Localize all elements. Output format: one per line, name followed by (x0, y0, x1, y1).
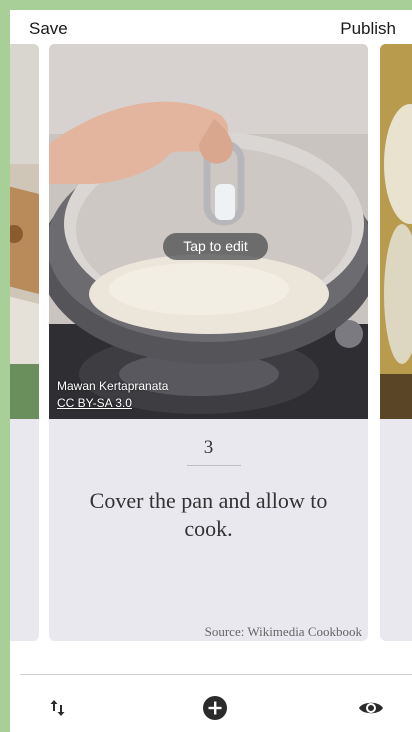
tap-to-edit-button[interactable]: Tap to edit (163, 233, 268, 260)
swap-vertical-icon (50, 700, 65, 716)
top-bar: Save Publish (10, 10, 412, 44)
photo-credit-author: Mawan Kertapranata (57, 379, 169, 393)
next-step-card[interactable] (380, 44, 412, 641)
previous-step-photo (10, 44, 39, 419)
publish-button[interactable]: Publish (340, 19, 396, 39)
source-attribution: Source: Wikimedia Cookbook (204, 624, 362, 639)
preview-button[interactable] (356, 693, 386, 723)
reorder-button[interactable] (43, 693, 73, 723)
eye-icon (359, 702, 383, 714)
step-number: 3 (203, 437, 214, 458)
photo-credit-license[interactable]: CC BY-SA 3.0 (57, 395, 168, 412)
step-number-underline (187, 465, 241, 466)
step-card[interactable]: Tap to edit Mawan Kertapranata CC BY-SA … (49, 44, 368, 641)
photo-credit: Mawan Kertapranata CC BY-SA 3.0 (57, 378, 168, 412)
save-button[interactable]: Save (29, 19, 68, 39)
next-step-photo (380, 44, 412, 419)
add-step-button[interactable] (200, 693, 230, 723)
editor-screen: Save Publish Tap to edit Mawan Kertapran… (10, 10, 412, 732)
step-photo[interactable]: Tap to edit Mawan Kertapranata CC BY-SA … (49, 44, 368, 419)
previous-step-card[interactable] (10, 44, 39, 641)
bottom-bar (10, 675, 412, 732)
add-circle-icon (203, 696, 227, 720)
step-instruction-text[interactable]: Cover the pan and allow to cook. (69, 487, 348, 543)
